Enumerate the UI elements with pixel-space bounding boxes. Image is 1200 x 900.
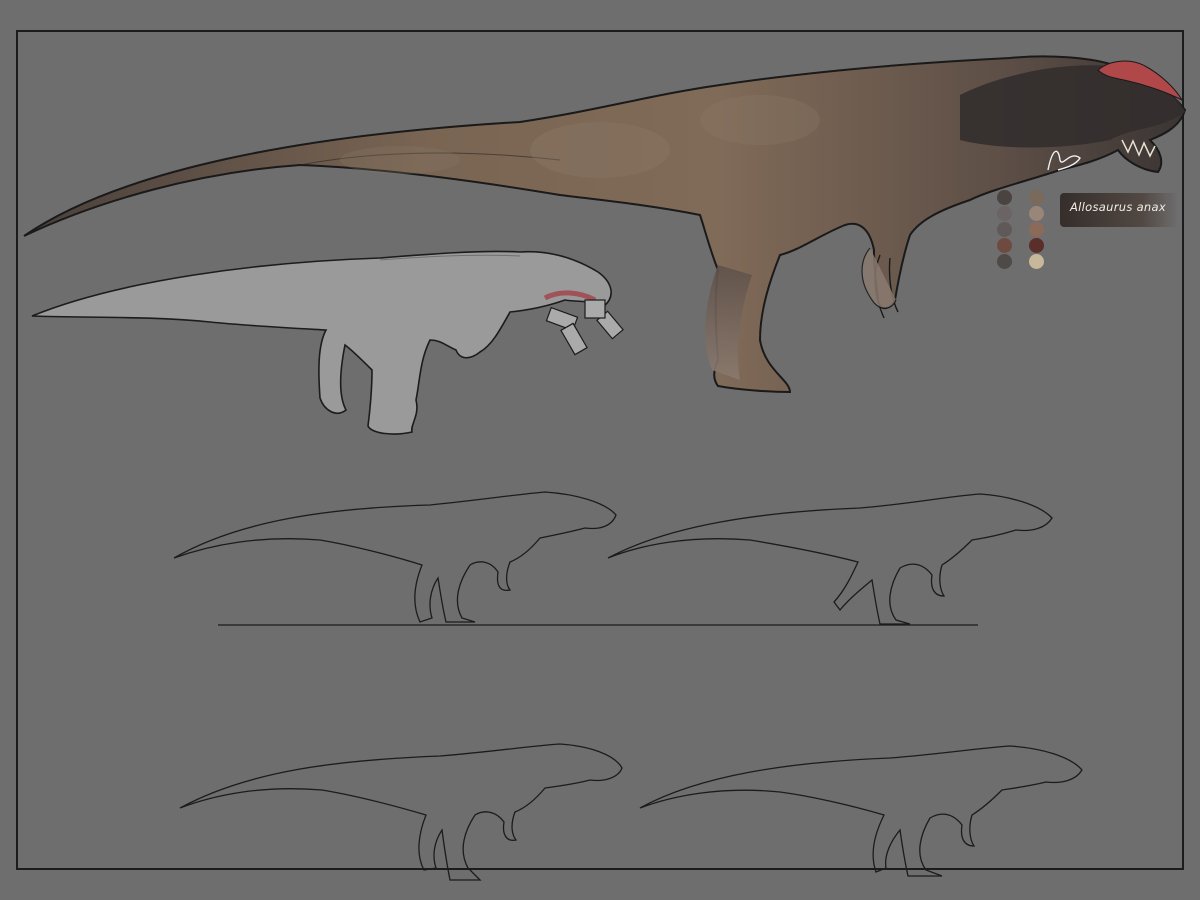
palette-swatch bbox=[997, 254, 1012, 269]
species-label: Allosaurus anax bbox=[1070, 200, 1166, 214]
greyscale-allosaurus-feeding bbox=[31, 250, 624, 435]
colored-allosaurus bbox=[23, 55, 1187, 394]
artwork-canvas bbox=[23, 55, 1187, 881]
palette-swatch bbox=[997, 206, 1012, 221]
palette-swatch bbox=[1029, 222, 1044, 237]
palette-swatch bbox=[1029, 254, 1044, 269]
palette-swatch bbox=[997, 190, 1012, 205]
palette-swatch bbox=[997, 238, 1012, 253]
palette-swatch bbox=[1029, 238, 1044, 253]
palette-swatch bbox=[1029, 190, 1044, 205]
palette-swatch bbox=[997, 222, 1012, 237]
lineart-allosaurus-4 bbox=[639, 745, 1083, 877]
lineart-allosaurus-2 bbox=[607, 493, 1053, 625]
lineart-allosaurus-3 bbox=[179, 743, 623, 881]
reference-sheet: Allosaurus anax bbox=[0, 0, 1200, 900]
lineart-allosaurus-1 bbox=[173, 491, 617, 623]
palette-swatch bbox=[1029, 206, 1044, 221]
